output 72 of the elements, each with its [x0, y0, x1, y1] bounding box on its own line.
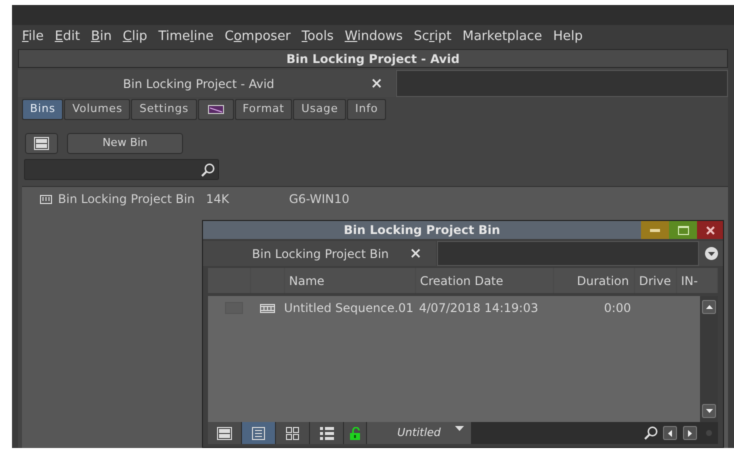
close-icon — [706, 226, 714, 234]
dropdown-icon — [704, 247, 718, 260]
close-tab-button[interactable]: × — [409, 242, 422, 265]
column-header[interactable]: IN- — [677, 268, 717, 293]
tab[interactable]: Volumes — [64, 99, 130, 120]
minimize-button[interactable] — [641, 221, 669, 239]
menu-item[interactable]: Composer — [224, 27, 291, 47]
tab[interactable]: Settings — [131, 99, 197, 120]
menu-item[interactable]: Bin — [90, 27, 112, 47]
bin-tab[interactable]: Bin Locking Project Bin × — [203, 241, 436, 266]
table-cell-text: 4/07/2018 14:19:03 — [419, 300, 540, 317]
sequence-icon — [260, 304, 275, 312]
up-arrow-icon — [706, 305, 712, 309]
menu-item[interactable]: Tools — [302, 27, 334, 47]
scroll-down-button[interactable] — [702, 404, 716, 418]
menu-item[interactable]: Timeline — [158, 27, 214, 47]
color-swatch-icon — [208, 105, 224, 114]
right-arrow-icon — [688, 430, 692, 436]
view-button[interactable] — [208, 422, 241, 444]
maximize-icon — [678, 226, 688, 234]
column-header[interactable]: Creation Date — [416, 268, 553, 293]
split-view-icon — [34, 137, 49, 150]
grid-view-icon — [286, 426, 299, 440]
bin-size: 14K — [206, 191, 230, 208]
new-bin-button[interactable]: New Bin — [67, 133, 183, 154]
column-header[interactable]: Drive — [635, 268, 676, 293]
list-view-icon — [252, 426, 265, 440]
split-view-icon — [217, 426, 232, 440]
search-field[interactable] — [24, 159, 219, 180]
lock-button[interactable] — [344, 422, 366, 444]
window-title: Bin Locking Project - Avid — [286, 50, 460, 68]
view-button[interactable] — [310, 422, 343, 444]
column-header[interactable]: Duration — [554, 268, 634, 293]
menu-item[interactable]: File — [22, 27, 44, 47]
bin-name[interactable]: Bin Locking Project Bin — [58, 190, 206, 208]
search-icon — [201, 162, 215, 176]
view-dropdown[interactable]: Untitled — [367, 422, 471, 444]
menu-item[interactable]: Edit — [54, 27, 80, 47]
menu-item[interactable]: Clip — [122, 27, 148, 47]
window-title: Bin Locking Project Bin — [344, 222, 500, 239]
menu-item[interactable]: Marketplace — [462, 27, 542, 47]
scrollbar[interactable] — [700, 296, 718, 422]
tab[interactable]: Format — [234, 99, 292, 120]
down-arrow-icon — [706, 409, 712, 413]
sequence-name[interactable]: Untitled Sequence.01 — [284, 299, 419, 317]
tab[interactable] — [198, 99, 234, 120]
bin-host: G6-WIN10 — [289, 191, 350, 208]
tab[interactable]: Info — [347, 99, 386, 120]
column-header[interactable]: Name — [285, 268, 415, 293]
minimize-icon — [650, 228, 660, 232]
scroll-up-button[interactable] — [702, 300, 716, 314]
bulleted-list-icon — [320, 426, 334, 440]
next-button[interactable] — [683, 426, 697, 440]
close-button[interactable] — [697, 221, 723, 239]
view-button[interactable] — [276, 422, 309, 444]
menu-button[interactable] — [699, 241, 723, 266]
close-tab-button[interactable]: × — [370, 72, 383, 95]
menu-item[interactable]: Help — [553, 27, 583, 47]
unlocked-lock-icon — [350, 426, 360, 440]
previous-button[interactable] — [663, 426, 677, 440]
tab[interactable]: Bins — [22, 99, 64, 120]
layout-toggle-button[interactable] — [25, 133, 58, 154]
bin-icon — [40, 194, 52, 204]
table-cell-text: 0:00 — [603, 300, 631, 317]
left-arrow-icon — [668, 430, 672, 436]
view-button[interactable] — [242, 422, 275, 444]
tab[interactable]: Usage — [293, 99, 346, 120]
menu-item[interactable]: Script — [414, 27, 452, 47]
search-icon[interactable] — [644, 426, 658, 440]
maximize-button[interactable] — [669, 221, 697, 239]
menu-item[interactable]: Windows — [344, 27, 403, 47]
caret-icon — [455, 426, 464, 431]
